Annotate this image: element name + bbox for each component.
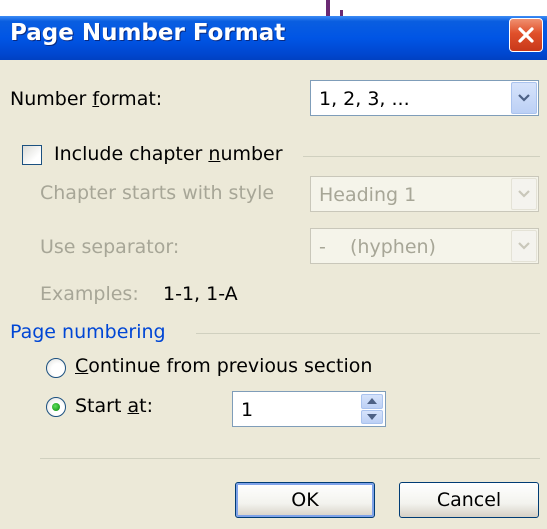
examples-value: 1-1, 1-A [163,283,238,305]
number-format-select[interactable]: 1, 2, 3, ... [310,80,539,116]
close-button[interactable] [509,18,543,52]
dropdown-button[interactable] [511,178,537,210]
cancel-button-label: Cancel [436,489,502,511]
start-at-radio[interactable] [46,397,66,417]
start-at-value: 1 [241,399,254,421]
selected-dot [52,403,60,411]
close-icon [518,27,534,43]
spin-up-button[interactable] [361,394,383,409]
continue-label[interactable]: Continue from previous section [75,355,372,377]
separator-select[interactable]: - (hyphen) [310,228,539,264]
separator-label: Use separator: [40,236,180,258]
spin-down-button[interactable] [361,409,383,424]
dialog-title: Page Number Format [10,20,286,46]
dropdown-button[interactable] [511,82,537,114]
include-chapter-checkbox[interactable] [22,145,42,165]
group-divider [303,156,540,157]
include-chapter-label[interactable]: Include chapter number [54,143,283,165]
chevron-down-icon [518,242,530,250]
start-at-input[interactable]: 1 [232,391,386,427]
separator-value: - (hyphen) [319,236,436,258]
chevron-down-icon [518,190,530,198]
number-format-label: Number format: [10,88,163,110]
ok-button-label: OK [291,489,319,511]
bottom-divider [40,458,540,459]
group-divider [196,333,540,334]
start-at-label[interactable]: Start at: [75,395,153,417]
chapter-style-select[interactable]: Heading 1 [310,176,539,212]
continue-radio[interactable] [46,358,66,378]
chapter-style-label: Chapter starts with style [40,182,275,204]
examples-label: Examples: [40,283,139,305]
cancel-button[interactable]: Cancel [399,482,539,518]
page-numbering-group-title: Page numbering [10,321,166,343]
arrow-up-icon [367,398,377,405]
page-number-format-dialog: Page Number Format Number format: 1, 2, … [0,16,547,529]
chapter-style-value: Heading 1 [319,184,417,206]
title-bar[interactable]: Page Number Format [0,16,547,60]
number-format-value: 1, 2, 3, ... [319,88,410,110]
spin-buttons [361,394,383,424]
ok-button[interactable]: OK [235,482,375,518]
chevron-down-icon [518,94,530,102]
arrow-down-icon [367,413,377,420]
dropdown-button[interactable] [511,230,537,262]
